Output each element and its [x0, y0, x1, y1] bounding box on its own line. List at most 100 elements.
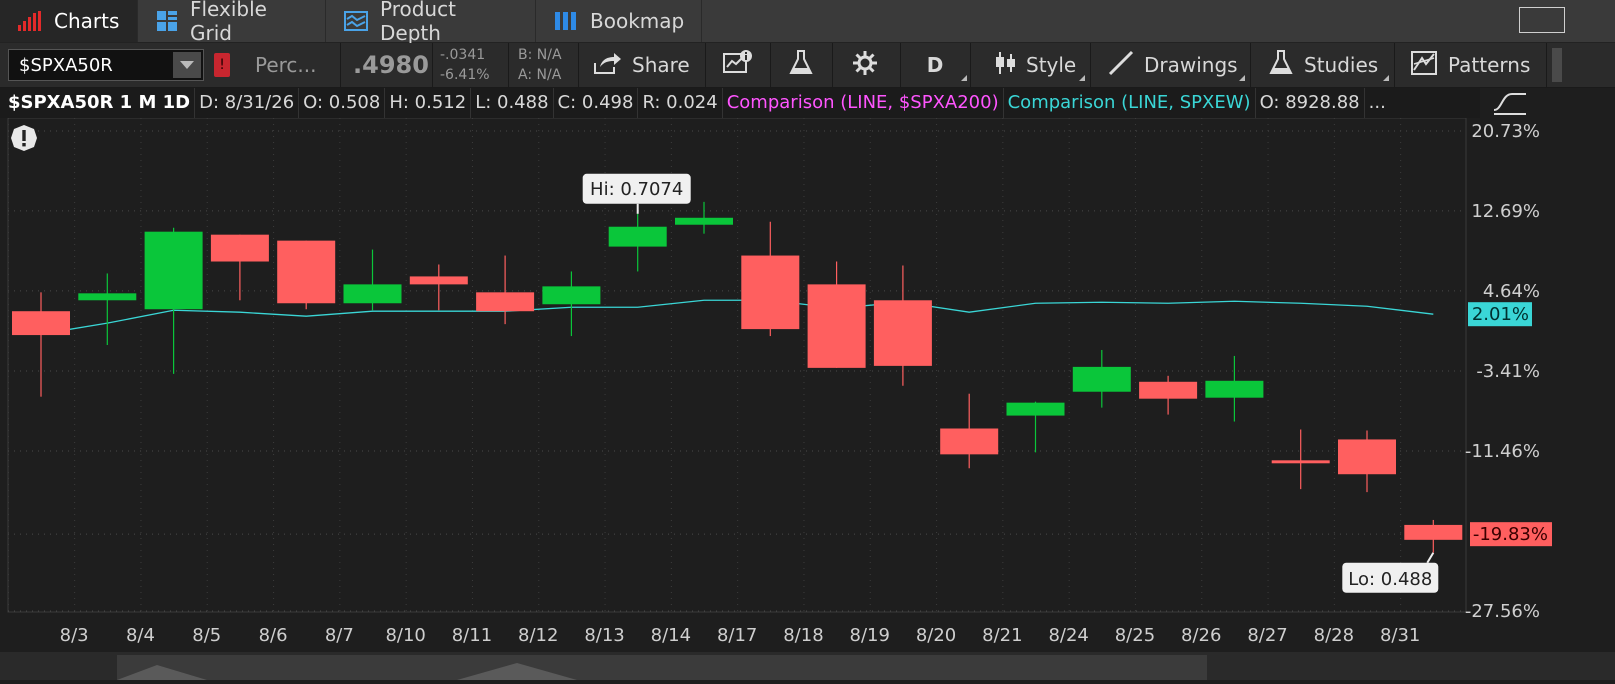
bar-high: H: 0.512 — [385, 88, 472, 118]
patterns-button[interactable]: Patterns — [1394, 43, 1544, 87]
product-depth-icon — [344, 11, 368, 31]
candle-body — [1139, 381, 1198, 399]
y-tick-label: 20.73% — [1471, 121, 1540, 142]
y-tick-label: -27.56% — [1465, 601, 1540, 622]
share-icon — [592, 51, 622, 80]
candle-body — [940, 428, 999, 455]
share-label: Share — [632, 53, 690, 77]
line-draw-icon — [1108, 50, 1134, 81]
candle-body — [144, 231, 203, 310]
bar-date: D: 8/31/26 — [195, 88, 300, 118]
chevron-down-icon[interactable] — [173, 52, 201, 78]
comparison-spxew[interactable]: Comparison (LINE, SPXEW) — [1004, 88, 1256, 118]
x-tick-label: 8/26 — [1181, 625, 1221, 646]
candle-body — [741, 255, 800, 330]
time-scrollbar[interactable] — [117, 655, 1207, 680]
candle-body — [1338, 439, 1396, 475]
x-tick-label: 8/6 — [259, 625, 288, 646]
candle-body — [12, 311, 70, 336]
more-ellipsis[interactable]: ... — [1365, 88, 1390, 118]
y-tick-label: -3.41% — [1476, 361, 1540, 382]
drawings-button[interactable]: Drawings — [1090, 43, 1248, 87]
candle-body — [807, 284, 866, 368]
tab-label: Charts — [54, 9, 120, 33]
warning-icon[interactable] — [10, 124, 38, 156]
plot-area — [7, 117, 1467, 613]
chart-title: $SPXA50R 1 M 1D — [0, 88, 196, 118]
grid-icon — [156, 10, 178, 32]
bid-value: B: N/A — [518, 47, 562, 63]
candle-body — [608, 226, 667, 247]
window-maximize-button[interactable] — [1519, 7, 1565, 33]
percent-change: -6.41% — [440, 67, 490, 83]
bar-open: O: 0.508 — [299, 88, 386, 118]
info-icon — [722, 49, 754, 81]
candle-body — [675, 217, 733, 225]
toolbar-scrollbar[interactable] — [1552, 43, 1564, 87]
tab-charts[interactable]: Charts — [0, 0, 138, 42]
x-tick-label: 8/10 — [385, 625, 425, 646]
x-tick-label: 8/25 — [1115, 625, 1155, 646]
tab-bookmap[interactable]: Bookmap — [536, 0, 702, 42]
lo-label: Lo: 0.488 — [1348, 569, 1432, 590]
gear-icon — [852, 50, 878, 81]
x-tick-label: 8/13 — [584, 625, 624, 646]
chart-info-bar: $SPXA50R 1 M 1D D: 8/31/26 O: 0.508 H: 0… — [0, 88, 1480, 118]
tab-label: Flexible Grid — [190, 0, 267, 45]
bookmap-icon — [554, 11, 578, 31]
candle-body — [1072, 366, 1131, 392]
alert-badge[interactable]: ! — [214, 53, 230, 77]
share-button[interactable]: Share — [592, 43, 690, 87]
y-tick-label: 4.64% — [1483, 281, 1540, 302]
last-price: .4980 — [353, 51, 429, 79]
x-tick-label: 8/7 — [325, 625, 354, 646]
settings-button[interactable] — [852, 43, 878, 87]
studies-button[interactable]: Studies — [1250, 43, 1392, 87]
x-tick-label: 8/24 — [1048, 625, 1088, 646]
chart-canvas[interactable]: 20.73% 12.69% 4.64% -3.41% -11.46% -19.83% -27… — [0, 117, 1615, 653]
patterns-label: Patterns — [1448, 53, 1531, 77]
candle[interactable] — [277, 240, 336, 310]
net-change: -.0341 — [440, 47, 486, 63]
x-tick-label: 8/21 — [982, 625, 1022, 646]
chart-mode-icon[interactable] — [1492, 90, 1530, 120]
bar-chart-icon — [18, 11, 42, 31]
candle-body — [78, 293, 137, 301]
x-tick-label: 8/14 — [651, 625, 691, 646]
comparison-spxa200[interactable]: Comparison (LINE, $SPXA200) — [723, 88, 1004, 118]
y-tick-label: 12.69% — [1471, 201, 1540, 222]
x-tick-label: 8/4 — [126, 625, 155, 646]
chart-toolbar: $SPXA50R ! Perc... .4980 -.0341 -6.41% B… — [0, 43, 1615, 88]
candle-body — [277, 240, 336, 304]
bar-close: C: 0.498 — [554, 88, 639, 118]
candle-body — [873, 300, 932, 366]
x-tick-label: 8/3 — [60, 625, 89, 646]
period-selector[interactable]: D — [900, 43, 970, 87]
bar-low: L: 0.488 — [471, 88, 554, 118]
tab-flexible-grid[interactable]: Flexible Grid — [138, 0, 326, 45]
x-tick-label: 8/31 — [1380, 625, 1420, 646]
price-chart[interactable]: 20.73% 12.69% 4.64% -3.41% -11.46% -19.83% -27… — [0, 117, 1615, 653]
candle-body — [1271, 460, 1330, 464]
ask-value: A: N/A — [518, 67, 562, 83]
y-tick-label: -19.83% — [1473, 524, 1548, 545]
tab-label: Bookmap — [590, 9, 685, 33]
symbol-input[interactable]: $SPXA50R — [8, 49, 204, 81]
tab-product-depth[interactable]: Product Depth — [326, 0, 536, 45]
x-tick-label: 8/5 — [192, 625, 221, 646]
candle-body — [409, 276, 468, 285]
period-label: D — [926, 53, 944, 77]
candle-body — [1404, 524, 1463, 540]
chart-info-button[interactable] — [722, 43, 754, 87]
tab-label: Product Depth — [380, 0, 456, 45]
flask-button[interactable] — [788, 43, 814, 87]
field-selector[interactable]: Perc... — [255, 43, 317, 87]
studies-label: Studies — [1304, 53, 1379, 77]
drawings-label: Drawings — [1144, 53, 1238, 77]
hi-label: Hi: 0.7074 — [590, 179, 683, 200]
x-tick-label: 8/20 — [916, 625, 956, 646]
y-tick-label: -11.46% — [1465, 441, 1540, 462]
x-tick-label: 8/11 — [452, 625, 492, 646]
style-button[interactable]: Style — [970, 43, 1088, 87]
comparison-open: O: 8928.88 — [1256, 88, 1365, 118]
